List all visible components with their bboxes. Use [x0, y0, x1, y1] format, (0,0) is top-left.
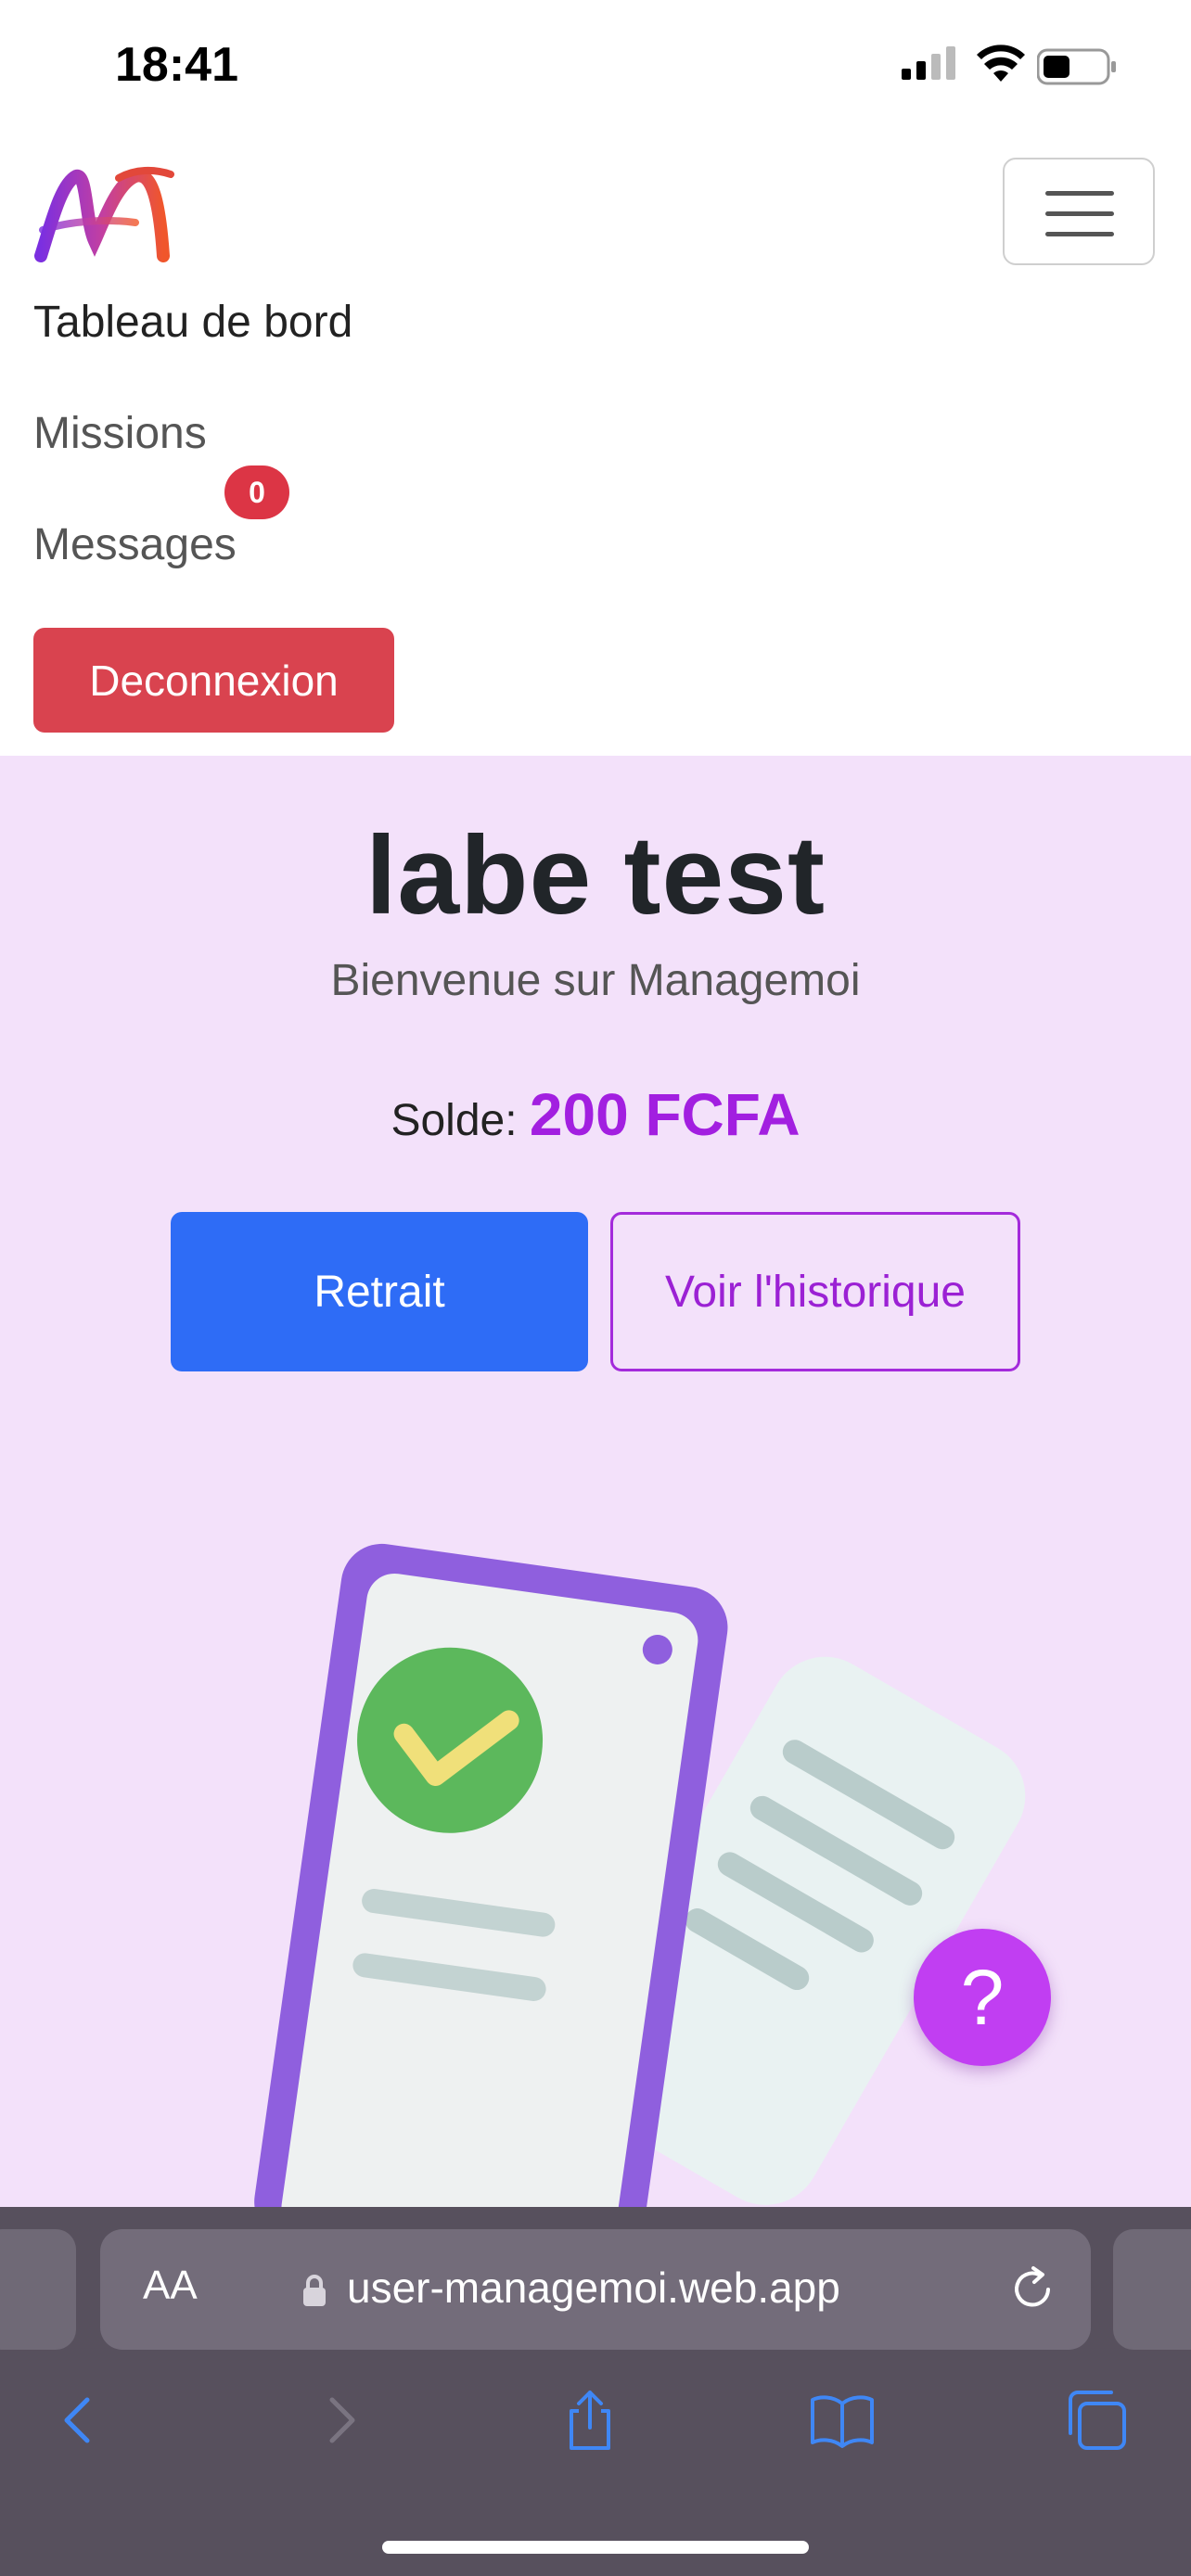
next-tab-preview[interactable] [1113, 2229, 1191, 2350]
lock-icon [303, 2275, 326, 2306]
tabs-icon[interactable] [1061, 2385, 1132, 2455]
user-name-heading: labe test [365, 813, 826, 937]
browser-toolbar: AA user-managemoi.web.app [0, 2207, 1191, 2576]
view-history-button[interactable]: Voir l'historique [610, 1212, 1020, 1371]
bookmarks-icon[interactable] [807, 2385, 877, 2455]
url-text[interactable]: user-managemoi.web.app [347, 2263, 840, 2313]
balance-line: Solde: 200 FCFA [0, 1080, 1191, 1149]
menu-toggle-button[interactable] [1003, 158, 1155, 265]
hamburger-line [1045, 211, 1114, 216]
home-indicator [382, 2541, 809, 2554]
reload-icon[interactable] [1005, 2263, 1059, 2316]
share-icon[interactable] [555, 2385, 625, 2455]
payment-illustration [254, 1543, 1026, 2207]
nav-link-missions[interactable]: Missions [33, 408, 207, 459]
back-arrow-icon[interactable] [45, 2385, 115, 2455]
help-button[interactable]: ? [914, 1929, 1051, 2066]
status-time: 18:41 [115, 38, 238, 92]
balance-value: 200 FCFA [529, 1081, 800, 1148]
welcome-text: Bienvenue sur Managemoi [330, 956, 861, 1005]
logout-button[interactable]: Deconnexion [33, 628, 394, 733]
hamburger-line [1045, 232, 1114, 236]
status-bar: 18:41 [0, 0, 1191, 139]
wifi-icon [977, 45, 1025, 82]
cellular-signal-icon [902, 46, 955, 80]
forward-arrow-icon[interactable] [304, 2385, 375, 2455]
previous-tab-preview[interactable] [0, 2229, 76, 2350]
hamburger-menu-icon [1045, 191, 1114, 196]
navbar: Tableau de bord Missions 0 Messages Deco… [0, 139, 1191, 756]
address-bar[interactable]: AA user-managemoi.web.app [100, 2229, 1091, 2350]
battery-icon [1037, 48, 1116, 85]
balance-label: Solde: [391, 1096, 518, 1145]
nav-link-dashboard[interactable]: Tableau de bord [33, 297, 352, 348]
messages-count-badge: 0 [224, 465, 289, 519]
withdraw-button[interactable]: Retrait [171, 1212, 588, 1371]
text-size-button[interactable]: AA [143, 2263, 198, 2309]
nav-link-messages[interactable]: Messages [33, 519, 237, 570]
managemoi-logo[interactable] [33, 165, 174, 267]
